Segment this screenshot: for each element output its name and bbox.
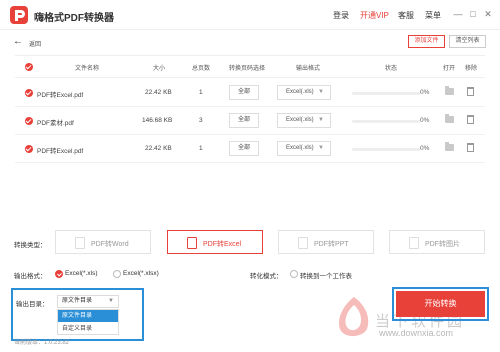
format-xls-radio[interactable] bbox=[55, 270, 63, 278]
app-title: 嗨格式PDF转换器 bbox=[34, 13, 114, 24]
page-range-button[interactable]: 全部 bbox=[229, 141, 259, 156]
file-name: PDF转Excel.pdf bbox=[37, 92, 84, 99]
progress-percent: 0% bbox=[420, 89, 430, 96]
table-row: PDF转Excel.pdf 22.42 KB 1 全部 Excel(.xls) ▼… bbox=[15, 135, 485, 163]
header-format: 输出格式 bbox=[296, 66, 321, 72]
header-name: 文件名称 bbox=[75, 66, 100, 72]
table-row: PDF转Excel.pdf 22.42 KB 1 全部 Excel(.xls) ▼… bbox=[15, 79, 485, 107]
select-all-checkbox[interactable] bbox=[25, 63, 33, 71]
progress-bar bbox=[352, 148, 420, 151]
header-open: 打开 bbox=[443, 66, 456, 72]
conv-pdf-to-word-button[interactable]: PDF转Word bbox=[55, 230, 151, 254]
folder-icon[interactable] bbox=[445, 142, 454, 151]
format-xlsx-radio[interactable] bbox=[113, 270, 121, 278]
file-pages: 1 bbox=[199, 145, 203, 152]
trash-icon[interactable] bbox=[467, 87, 474, 96]
conv-pdf-to-image-button[interactable]: PDF转图片 bbox=[389, 230, 485, 254]
format-select-value: Excel(.xls) bbox=[286, 117, 314, 123]
version-text: 当前版本：1.0.23.82 bbox=[14, 340, 70, 346]
page-range-button[interactable]: 全部 bbox=[229, 85, 259, 100]
header-size: 大小 bbox=[153, 66, 166, 72]
trash-icon[interactable] bbox=[467, 115, 474, 124]
chevron-down-icon: ▼ bbox=[318, 89, 324, 95]
back-link[interactable]: 返回 bbox=[29, 39, 41, 48]
file-pages: 3 bbox=[199, 117, 203, 124]
conversion-type-label: 转换类型： bbox=[14, 242, 47, 249]
clear-list-button[interactable]: 清空列表 bbox=[449, 35, 486, 48]
chevron-down-icon: ▼ bbox=[108, 298, 114, 304]
row-checkbox[interactable] bbox=[25, 145, 33, 153]
close-icon[interactable]: ✕ bbox=[482, 8, 494, 20]
title-bar: 嗨格式PDF转换器 登录 开通VIP 客服 菜单 — □ ✕ bbox=[0, 0, 500, 30]
header-pages: 总页数 bbox=[192, 66, 211, 72]
header-remove: 移除 bbox=[465, 66, 478, 72]
watermark-logo-icon bbox=[338, 297, 369, 337]
chevron-down-icon: ▼ bbox=[318, 117, 324, 123]
table-row: PDF素材.pdf 146.68 KB 3 全部 Excel(.xls) ▼ 0% bbox=[15, 107, 485, 135]
conv-pdf-to-excel-button[interactable]: PDF转Excel bbox=[167, 230, 263, 254]
maximize-icon[interactable]: □ bbox=[467, 8, 479, 20]
output-dir-label: 输出目录： bbox=[16, 301, 49, 308]
vip-link[interactable]: 开通VIP bbox=[360, 10, 389, 21]
file-size: 146.68 KB bbox=[142, 117, 173, 124]
add-file-button[interactable]: 添加文件 bbox=[408, 35, 445, 48]
progress-bar bbox=[352, 120, 420, 123]
conv-label: PDF转Excel bbox=[203, 241, 242, 248]
conv-label: PDF转PPT bbox=[314, 241, 349, 248]
service-link[interactable]: 客服 bbox=[398, 10, 414, 21]
trash-icon[interactable] bbox=[467, 143, 474, 152]
mode-label: 转化模式： bbox=[250, 273, 283, 280]
progress-percent: 0% bbox=[420, 117, 430, 124]
header-status: 状态 bbox=[385, 66, 398, 72]
back-arrow-icon[interactable]: ← bbox=[13, 36, 23, 47]
document-icon bbox=[187, 237, 197, 249]
progress-percent: 0% bbox=[420, 145, 430, 152]
document-icon bbox=[298, 237, 308, 249]
output-dir-select[interactable]: 原文件目录 ▼ bbox=[57, 295, 119, 308]
login-link[interactable]: 登录 bbox=[333, 10, 349, 21]
output-format-label: 输出格式： bbox=[14, 273, 47, 280]
conv-pdf-to-ppt-button[interactable]: PDF转PPT bbox=[278, 230, 374, 254]
mode-radio[interactable] bbox=[290, 270, 298, 278]
format-select-value: Excel(.xls) bbox=[286, 145, 314, 151]
output-dir-options: 原文件目录 自定义目录 bbox=[57, 309, 119, 335]
option-custom-dir[interactable]: 自定义目录 bbox=[58, 323, 118, 335]
file-name: PDF转Excel.pdf bbox=[37, 148, 84, 155]
header-range: 转换页码选择 bbox=[229, 66, 266, 72]
start-convert-button[interactable]: 开始转换 bbox=[396, 291, 485, 317]
folder-icon[interactable] bbox=[445, 114, 454, 123]
output-dir-value: 原文件目录 bbox=[62, 298, 93, 304]
file-size: 22.42 KB bbox=[145, 145, 172, 152]
row-checkbox[interactable] bbox=[25, 117, 33, 125]
file-table: 文件名称 大小 总页数 转换页码选择 输出格式 状态 打开 移除 PDF转Exc… bbox=[15, 55, 485, 163]
conv-label: PDF转Word bbox=[91, 241, 129, 248]
file-name: PDF素材.pdf bbox=[37, 120, 74, 127]
file-size: 22.42 KB bbox=[145, 89, 172, 96]
chevron-down-icon: ▼ bbox=[318, 145, 324, 151]
mode-option-label[interactable]: 转换到一个工作表 bbox=[300, 270, 352, 280]
file-pages: 1 bbox=[199, 89, 203, 96]
watermark-url: www.downxia.com bbox=[379, 328, 454, 338]
minimize-icon[interactable]: — bbox=[452, 8, 464, 20]
document-icon bbox=[75, 237, 85, 249]
option-source-dir[interactable]: 原文件目录 bbox=[58, 310, 118, 322]
conv-label: PDF转图片 bbox=[425, 241, 460, 248]
document-icon bbox=[409, 237, 419, 249]
page-range-button[interactable]: 全部 bbox=[229, 113, 259, 128]
row-checkbox[interactable] bbox=[25, 89, 33, 97]
format-select[interactable]: Excel(.xls) ▼ bbox=[277, 141, 331, 156]
progress-bar bbox=[352, 92, 420, 95]
menu-link[interactable]: 菜单 bbox=[425, 10, 441, 21]
table-header: 文件名称 大小 总页数 转换页码选择 输出格式 状态 打开 移除 bbox=[15, 56, 485, 78]
format-xls-label[interactable]: Excel(*.xls) bbox=[65, 270, 98, 277]
format-select-value: Excel(.xls) bbox=[286, 89, 314, 95]
format-select[interactable]: Excel(.xls) ▼ bbox=[277, 85, 331, 100]
folder-icon[interactable] bbox=[445, 86, 454, 95]
format-xlsx-label[interactable]: Excel(*.xlsx) bbox=[123, 270, 159, 277]
format-select[interactable]: Excel(.xls) ▼ bbox=[277, 113, 331, 128]
app-logo bbox=[10, 6, 28, 24]
